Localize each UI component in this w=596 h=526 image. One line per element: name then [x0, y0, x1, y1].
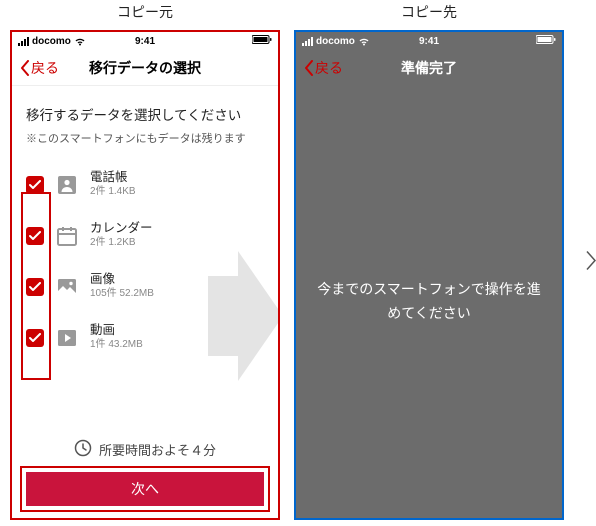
- wifi-icon: [358, 37, 370, 46]
- next-highlight: 次へ: [20, 466, 270, 512]
- page-title-dest: 準備完了: [401, 58, 457, 78]
- status-bar-dest: docomo 9:41: [296, 32, 562, 50]
- eta-text: 所要時間およそ４分: [99, 440, 216, 459]
- item-meta: 2件 1.2KB: [90, 236, 153, 250]
- contacts-icon: [56, 174, 78, 196]
- list-item[interactable]: 動画 1件 43.2MB: [26, 323, 264, 352]
- battery-icon: [536, 35, 556, 47]
- next-button[interactable]: 次へ: [26, 472, 264, 506]
- nav-bar-source: 戻る 移行データの選択: [12, 50, 278, 86]
- check-icon: [29, 231, 41, 241]
- page-title-source: 移行データの選択: [89, 58, 201, 78]
- eta-row: 所要時間およそ４分: [12, 439, 278, 460]
- checkbox[interactable]: [26, 176, 44, 194]
- list-item[interactable]: カレンダー 2件 1.2KB: [26, 221, 264, 250]
- signal-icon: [302, 37, 313, 46]
- battery-icon: [252, 35, 272, 47]
- clock-icon: [74, 439, 92, 460]
- prompt-sub: ※このスマートフォンにもデータは残ります: [26, 130, 264, 146]
- item-meta: 2件 1.4KB: [90, 185, 136, 199]
- video-icon: [56, 327, 78, 349]
- back-button[interactable]: 戻る: [304, 58, 343, 78]
- item-meta: 1件 43.2MB: [90, 338, 143, 352]
- carrier-label: docomo: [32, 36, 71, 47]
- checkbox[interactable]: [26, 278, 44, 296]
- clock: 9:41: [135, 36, 155, 47]
- check-icon: [29, 282, 41, 292]
- clock: 9:41: [419, 36, 439, 47]
- dest-message: 今までのスマートフォンで操作を進めてください: [316, 278, 542, 326]
- list-item[interactable]: 電話帳 2件 1.4KB: [26, 170, 264, 199]
- source-phone: docomo 9:41 戻る 移行データの選択: [10, 30, 280, 520]
- checkbox[interactable]: [26, 329, 44, 347]
- nav-bar-dest: 戻る 準備完了: [296, 50, 562, 86]
- source-label: コピー元: [117, 2, 173, 22]
- back-button[interactable]: 戻る: [20, 58, 59, 78]
- signal-icon: [18, 37, 29, 46]
- dest-phone: docomo 9:41 戻る 準備完了: [294, 30, 564, 520]
- image-icon: [56, 276, 78, 298]
- back-label: 戻る: [31, 58, 59, 78]
- check-icon: [29, 180, 41, 190]
- item-meta: 105件 52.2MB: [90, 287, 154, 301]
- item-title: 動画: [90, 323, 143, 338]
- item-title: 画像: [90, 272, 154, 287]
- status-bar-source: docomo 9:41: [12, 32, 278, 50]
- list-item[interactable]: 画像 105件 52.2MB: [26, 272, 264, 301]
- checkbox[interactable]: [26, 227, 44, 245]
- item-title: 電話帳: [90, 170, 136, 185]
- carrier-label: docomo: [316, 36, 355, 47]
- back-label: 戻る: [315, 58, 343, 78]
- next-page-arrow-icon[interactable]: [586, 251, 596, 276]
- calendar-icon: [56, 225, 78, 247]
- wifi-icon: [74, 37, 86, 46]
- dest-label: コピー先: [401, 2, 457, 22]
- item-title: カレンダー: [90, 221, 153, 236]
- prompt-main: 移行するデータを選択してください: [26, 104, 264, 124]
- check-icon: [29, 333, 41, 343]
